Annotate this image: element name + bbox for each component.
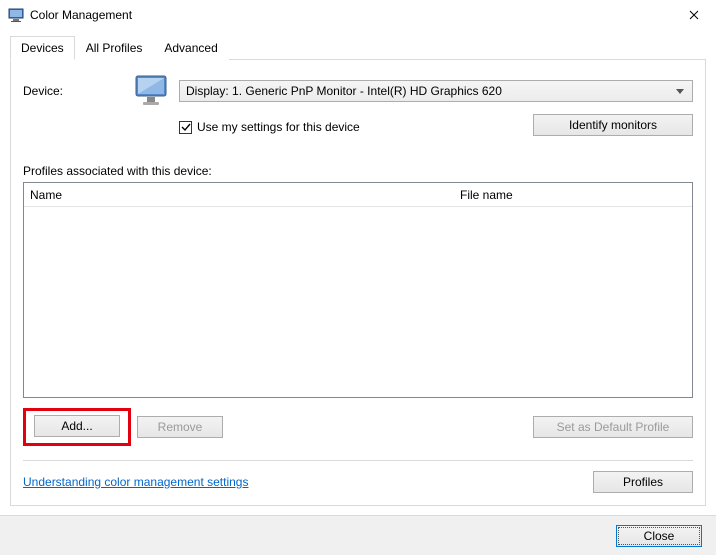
titlebar: Color Management [0,0,716,30]
remove-button[interactable]: Remove [137,416,223,438]
set-default-label: Set as Default Profile [557,420,670,434]
device-label: Device: [23,84,133,98]
set-default-button[interactable]: Set as Default Profile [533,416,693,438]
profiles-button[interactable]: Profiles [593,471,693,493]
understanding-link[interactable]: Understanding color management settings [23,475,248,489]
column-file[interactable]: File name [454,183,692,206]
identify-monitors-label: Identify monitors [569,118,657,132]
tab-advanced[interactable]: Advanced [153,36,228,60]
tab-strip: Devices All Profiles Advanced [10,36,706,60]
devices-panel: Device: Display: 1. Generic PnP Monitor … [10,59,706,506]
app-icon [8,7,24,23]
column-name[interactable]: Name [24,183,454,206]
use-settings-checkbox[interactable] [179,121,192,134]
window-close-button[interactable] [671,0,716,30]
tab-devices[interactable]: Devices [10,36,75,60]
profiles-listview[interactable]: Name File name [23,182,693,398]
profiles-section-label: Profiles associated with this device: [23,164,693,178]
tab-all-profiles[interactable]: All Profiles [75,36,154,60]
dialog-footer: Close [0,515,716,555]
use-settings-label: Use my settings for this device [197,120,360,134]
device-row: Device: Display: 1. Generic PnP Monitor … [23,74,693,108]
device-selected-text: Display: 1. Generic PnP Monitor - Intel(… [186,84,502,98]
close-button-label: Close [644,529,675,543]
add-button[interactable]: Add... [34,415,120,437]
close-button[interactable]: Close [616,525,702,547]
add-button-label: Add... [61,419,92,433]
listview-header: Name File name [24,183,692,207]
use-settings-row: Use my settings for this device [179,120,360,134]
remove-button-label: Remove [158,420,203,434]
add-button-highlight: Add... [23,408,131,446]
window-title: Color Management [30,8,671,22]
identify-monitors-button[interactable]: Identify monitors [533,114,693,136]
profiles-button-label: Profiles [623,475,663,489]
divider [23,460,693,461]
profile-buttons-row: Add... Remove Set as Default Profile [23,408,693,446]
monitor-icon [133,74,173,108]
content-area: Devices All Profiles Advanced Device: Di… [0,30,716,506]
bottom-row: Understanding color management settings … [23,471,693,493]
device-dropdown[interactable]: Display: 1. Generic PnP Monitor - Intel(… [179,80,693,102]
